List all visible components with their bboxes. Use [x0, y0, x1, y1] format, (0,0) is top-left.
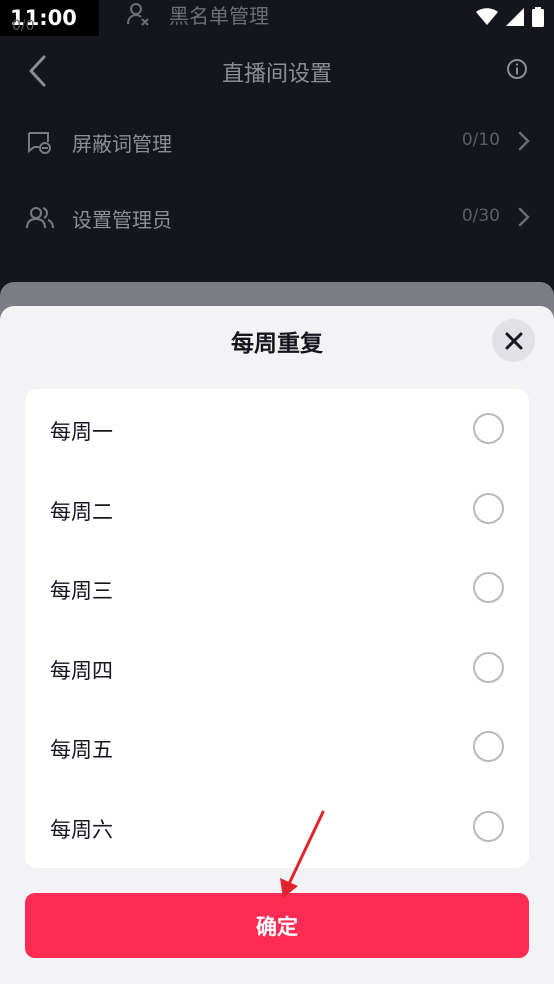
setting-row-admins[interactable]: 设置管理员 0/30 — [0, 187, 554, 247]
option-label: 每周三 — [50, 579, 113, 603]
blacklist-label: 黑名单管理 — [169, 3, 269, 28]
setting-row-label: 设置管理员 — [72, 208, 172, 232]
battery-icon — [532, 7, 544, 27]
setting-row-value: 0/10 — [461, 130, 500, 150]
option-thursday[interactable]: 每周四 — [25, 628, 529, 707]
status-bar: 11:00 黑名单管理 0/0 — [0, 0, 554, 38]
radio-button[interactable] — [473, 493, 504, 524]
close-icon — [505, 332, 522, 349]
background-nav-bar: 直播间设置 — [0, 40, 554, 100]
status-icons — [476, 7, 544, 27]
screen: 11:00 黑名单管理 0/0 直播间设置 屏蔽词管理 0/10 设置管理员 0… — [0, 0, 554, 984]
chevron-right-icon — [518, 207, 530, 227]
radio-button[interactable] — [473, 413, 504, 444]
annotation-arrow-icon — [280, 810, 325, 898]
option-wednesday[interactable]: 每周三 — [25, 548, 529, 627]
radio-button[interactable] — [473, 572, 504, 603]
info-icon[interactable] — [506, 58, 528, 80]
admins-icon — [26, 207, 54, 229]
option-label: 每周五 — [50, 738, 113, 762]
option-label: 每周二 — [50, 500, 113, 524]
signal-icon — [506, 8, 524, 26]
setting-row-value: 0/30 — [461, 206, 500, 226]
background-page-title: 直播间设置 — [221, 62, 332, 87]
setting-row-label: 屏蔽词管理 — [72, 132, 172, 156]
confirm-button[interactable]: 确定 — [25, 893, 529, 958]
count-peek: 0/0 — [12, 18, 35, 34]
option-label: 每周一 — [50, 420, 113, 444]
option-tuesday[interactable]: 每周二 — [25, 469, 529, 548]
sheet-title: 每周重复 — [231, 331, 323, 357]
wifi-icon — [476, 8, 498, 25]
user-remove-icon — [127, 3, 149, 26]
blacklist-peek: 黑名单管理 — [125, 0, 269, 28]
setting-row-blocked-words[interactable]: 屏蔽词管理 0/10 — [0, 111, 554, 171]
blocked-words-icon — [28, 132, 51, 154]
weekday-options-list: 每周一 每周二 每周三 每周四 每周五 每周六 — [25, 389, 529, 868]
close-button[interactable] — [492, 319, 535, 362]
option-friday[interactable]: 每周五 — [25, 707, 529, 786]
radio-button[interactable] — [473, 731, 504, 762]
chevron-right-icon — [518, 131, 530, 151]
option-label: 每周四 — [50, 659, 113, 683]
option-label: 每周六 — [50, 818, 113, 842]
radio-button[interactable] — [473, 652, 504, 683]
radio-button[interactable] — [473, 811, 504, 842]
option-monday[interactable]: 每周一 — [25, 389, 529, 468]
